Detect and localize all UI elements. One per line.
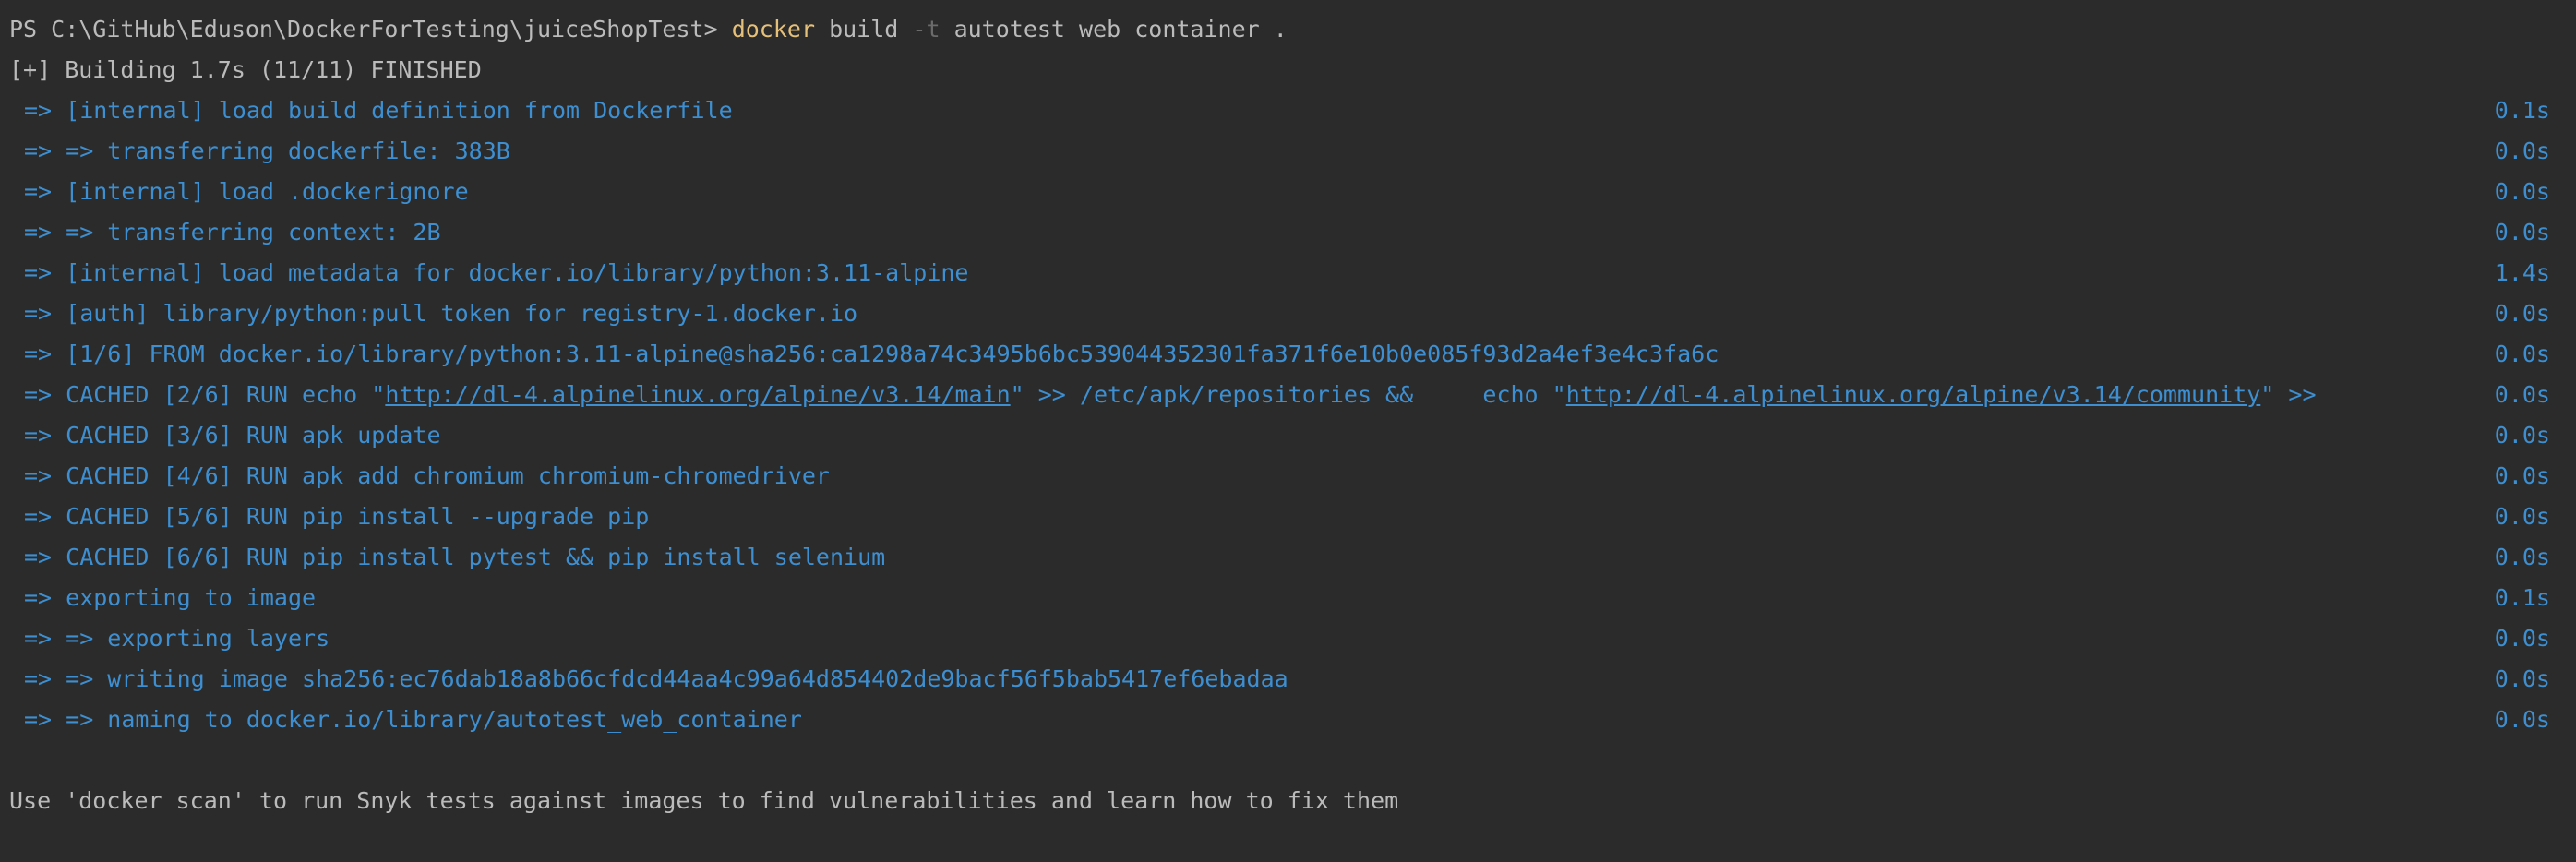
build-step-text: => CACHED [2/6] RUN echo "http://dl-4.al… [24,375,2317,415]
build-step-duration: 0.0s [2494,300,2550,327]
terminal-output[interactable]: PS C:\GitHub\Eduson\DockerForTesting\jui… [0,0,2576,817]
docker-scan-hint: Use 'docker scan' to run Snyk tests agai… [9,787,1399,814]
step-text-part: " >> [2260,381,2317,408]
build-step: => => writing image sha256:ec76dab18a8b6… [9,659,2576,700]
build-summary: [+] Building 1.7s (11/11) FINISHED [9,56,482,83]
build-step-text: => => naming to docker.io/library/autote… [24,706,802,733]
build-step-text: => => transferring dockerfile: 383B [24,138,510,164]
build-step-echo-repositories: => CACHED [2/6] RUN echo "http://dl-4.al… [9,375,2576,415]
prompt-line: PS C:\GitHub\Eduson\DockerForTesting\jui… [9,9,2576,50]
build-step-duration: 0.0s [2494,219,2550,245]
build-step: => CACHED [4/6] RUN apk add chromium chr… [9,456,2576,497]
build-step-duration: 0.0s [2494,462,2550,489]
build-step-text: => => writing image sha256:ec76dab18a8b6… [24,665,1288,692]
step-text-part: " >> /etc/apk/repositories && echo " [1010,381,1566,408]
build-step-text: => [internal] load metadata for docker.i… [24,259,969,286]
build-step: => CACHED [3/6] RUN apk update 0.0s [9,415,2576,456]
build-step-duration: 0.0s [2494,706,2550,733]
command-build: build [829,16,899,42]
build-step: => [internal] load .dockerignore 0.0s [9,172,2576,212]
build-step-duration: 0.0s [2494,625,2550,652]
build-step-duration: 0.0s [2494,381,2550,408]
build-step: => [auth] library/python:pull token for … [9,293,2576,334]
build-step-text: => exporting to image [24,584,317,611]
build-step: => => exporting layers 0.0s [9,618,2576,659]
build-step: => [internal] load build definition from… [9,90,2576,131]
build-step-text: => [internal] load build definition from… [24,97,733,124]
build-step-duration: 0.0s [2494,503,2550,530]
build-step-duration: 0.1s [2494,584,2550,611]
build-step: => [1/6] FROM docker.io/library/python:3… [9,334,2576,375]
build-step: => [internal] load metadata for docker.i… [9,253,2576,293]
command-args: autotest_web_container . [953,16,1288,42]
alpine-community-repo-link[interactable]: http://dl-4.alpinelinux.org/alpine/v3.14… [1566,381,2261,408]
build-step-duration: 0.0s [2494,178,2550,205]
build-step-duration: 0.0s [2494,341,2550,367]
build-step-duration: 0.0s [2494,544,2550,570]
build-step-text: => CACHED [3/6] RUN apk update [24,422,441,449]
build-step-text: => CACHED [5/6] RUN pip install --upgrad… [24,503,650,530]
build-step-text: => [internal] load .dockerignore [24,178,469,205]
build-step-text: => => transferring context: 2B [24,219,441,245]
build-step-text: => [auth] library/python:pull token for … [24,300,858,327]
build-step-duration: 0.1s [2494,97,2550,124]
alpine-main-repo-link[interactable]: http://dl-4.alpinelinux.org/alpine/v3.14… [385,381,1010,408]
build-step: => exporting to image 0.1s [9,578,2576,618]
step-text-part: => CACHED [2/6] RUN echo " [24,381,386,408]
build-step: => => transferring context: 2B 0.0s [9,212,2576,253]
command-docker: docker [731,16,815,42]
command-flag: -t [912,16,941,42]
build-step: => => transferring dockerfile: 383B 0.0s [9,131,2576,172]
build-step: => CACHED [6/6] RUN pip install pytest &… [9,537,2576,578]
build-step-duration: 0.0s [2494,138,2550,164]
build-step-duration: 1.4s [2494,259,2550,286]
build-step-text: => [1/6] FROM docker.io/library/python:3… [24,341,1719,367]
build-step-text: => CACHED [6/6] RUN pip install pytest &… [24,544,886,570]
build-step-duration: 0.0s [2494,665,2550,692]
build-step: => => naming to docker.io/library/autote… [9,700,2576,740]
build-step-text: => => exporting layers [24,625,330,652]
build-step: => CACHED [5/6] RUN pip install --upgrad… [9,497,2576,537]
build-step-duration: 0.0s [2494,422,2550,449]
build-step-text: => CACHED [4/6] RUN apk add chromium chr… [24,462,830,489]
prompt-path: PS C:\GitHub\Eduson\DockerForTesting\jui… [9,16,718,42]
